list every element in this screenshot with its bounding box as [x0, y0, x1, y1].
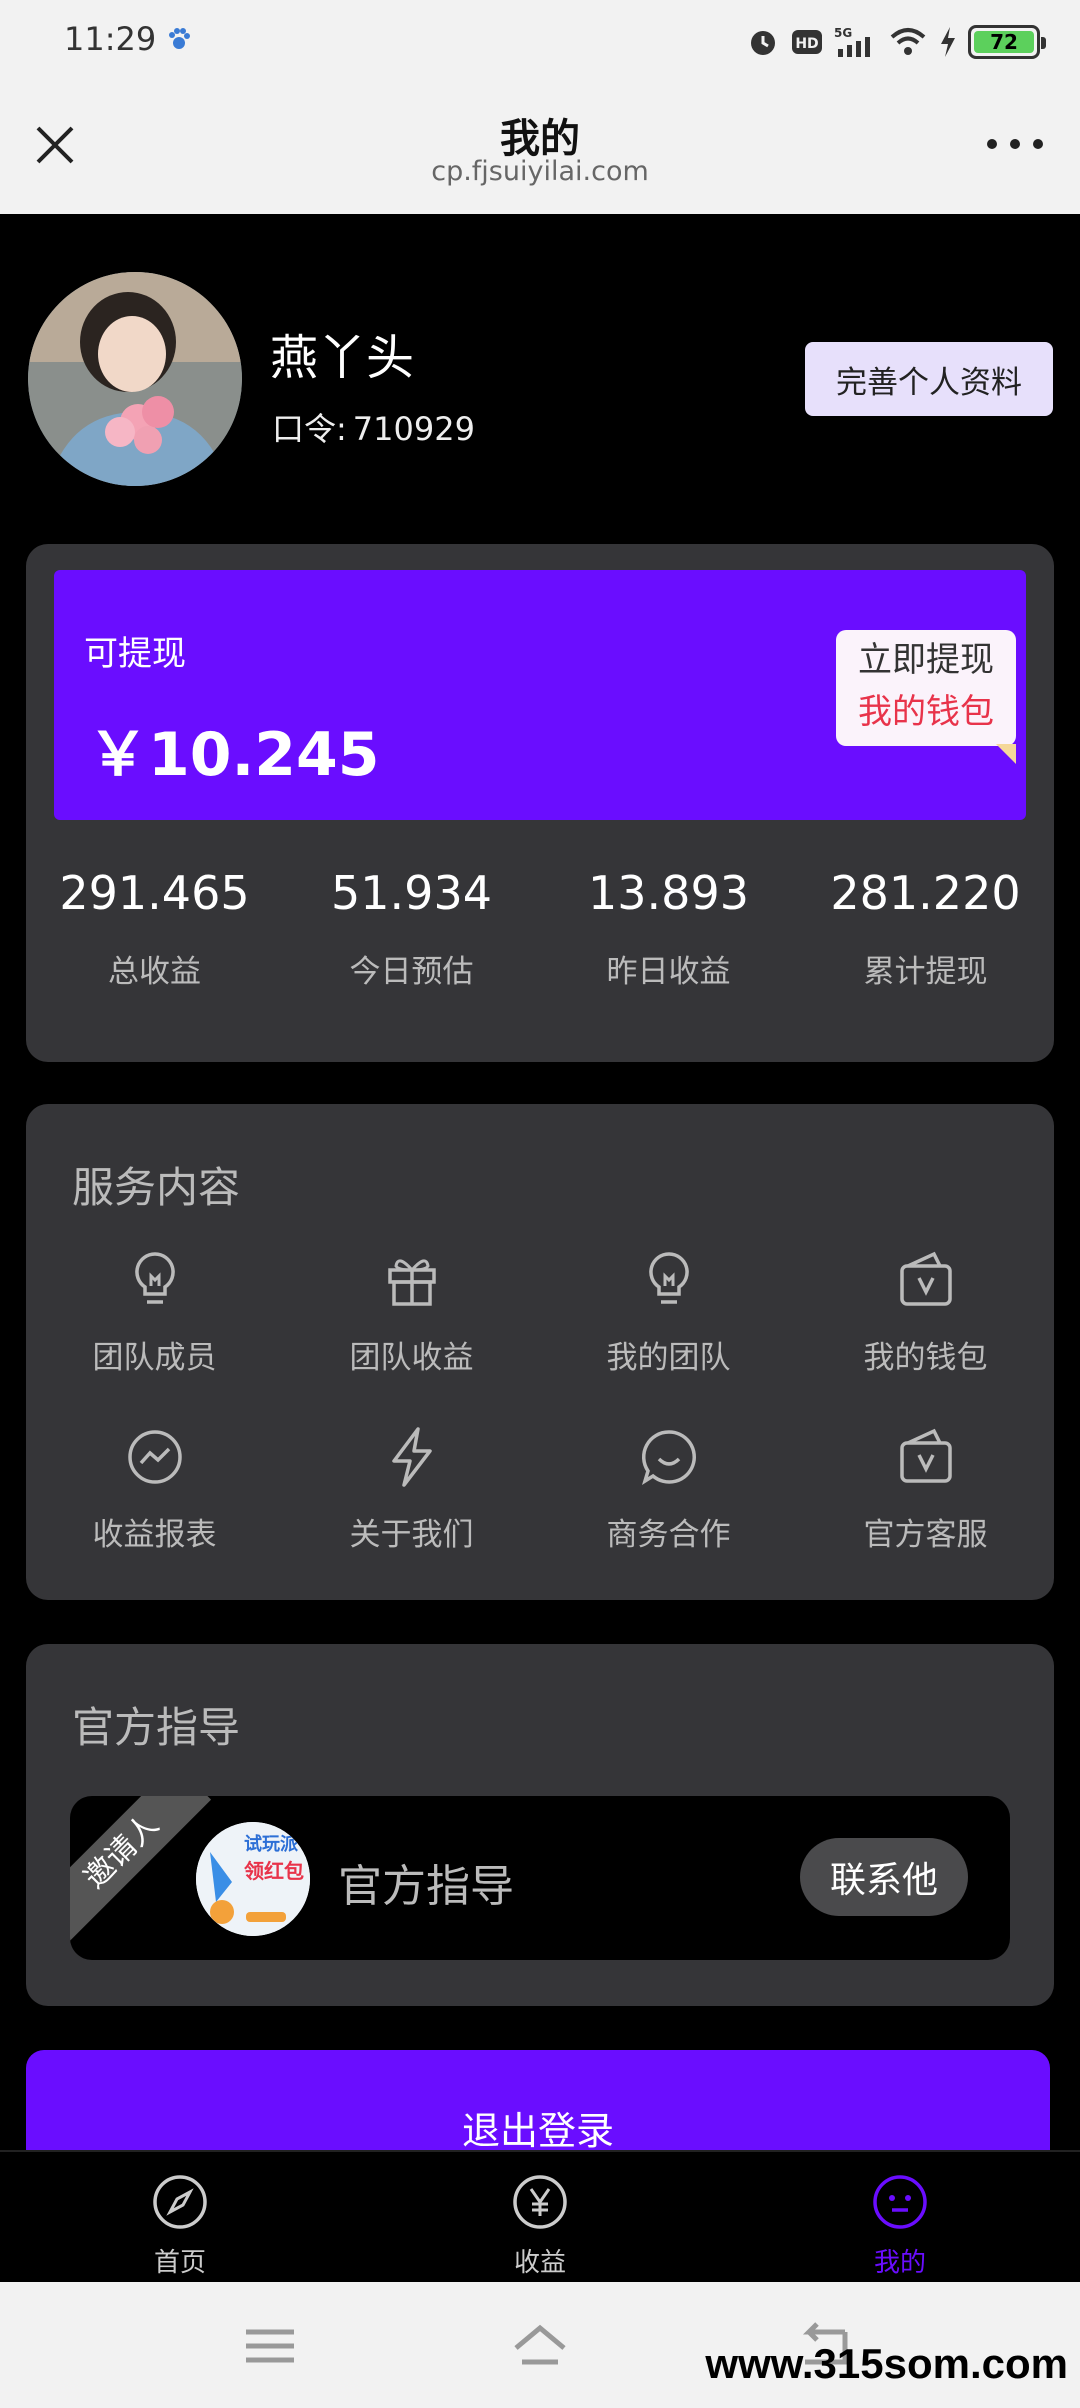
service-label: 团队收益 [349, 1340, 474, 1376]
title-bar: 我的 cp.fjsuiyilai.com [0, 84, 1080, 214]
service-label: 我的钱包 [863, 1340, 988, 1376]
wifi-icon [890, 28, 926, 55]
earnings-card: 可提现 ￥10.245 立即提现 我的钱包 291.465 总收益 51.934… [26, 544, 1054, 1062]
signal-icon: 5G [834, 26, 870, 57]
gift-icon [387, 1259, 436, 1306]
service-label: 团队成员 [92, 1340, 217, 1376]
service-business[interactable]: 商务合作 [540, 1425, 797, 1554]
wallet-icon [899, 1428, 952, 1483]
more-icon[interactable] [980, 124, 1050, 164]
bottom-tab-bar: 首页 收益 我的 [0, 2150, 1080, 2282]
guide-avatar-image: 试玩派 领红包 [196, 1822, 310, 1936]
guide-name: 官方指导 [338, 1861, 514, 1912]
withdraw-label: 立即提现 [858, 640, 994, 680]
stat-caption: 总收益 [108, 954, 201, 990]
invite-code-label: 口令: [272, 410, 347, 448]
lightbulb-icon [648, 1252, 689, 1304]
chart-circle-icon [127, 1430, 182, 1484]
wallet-label: 我的钱包 [858, 692, 994, 732]
service-about-us[interactable]: 关于我们 [283, 1425, 540, 1554]
tab-income[interactable]: 收益 [360, 2152, 720, 2282]
invite-code-value: 710929 [352, 410, 475, 448]
guide-avatar-text-2: 领红包 [244, 1859, 304, 1883]
smiley-icon [873, 2175, 927, 2229]
guide-title: 官方指导 [72, 1703, 241, 1752]
service-label: 官方客服 [863, 1517, 988, 1553]
service-label: 我的团队 [606, 1340, 731, 1376]
menu-icon[interactable] [240, 2318, 300, 2374]
stat-caption: 昨日收益 [606, 954, 731, 990]
guide-avatar-text-1: 试玩派 [244, 1833, 299, 1855]
stat-total-withdrawn: 281.220 累计提现 [797, 866, 1054, 991]
stat-yesterday-income: 13.893 昨日收益 [540, 866, 797, 991]
lightning-icon [391, 1427, 432, 1487]
avatar[interactable] [28, 272, 242, 486]
service-label: 收益报表 [92, 1517, 217, 1553]
avatar-image [28, 272, 242, 486]
status-bar: 11:29 HD 5G 72 [0, 0, 1080, 84]
balance-label: 可提现 [84, 634, 186, 674]
guide-row: 邀请人 试玩派 领红包 官方指导 联系他 [70, 1796, 1010, 1960]
service-my-team[interactable]: 我的团队 [540, 1248, 797, 1377]
stat-caption: 今日预估 [349, 954, 474, 990]
tab-label: 收益 [513, 2248, 566, 2278]
contact-button[interactable]: 联系他 [800, 1838, 968, 1916]
battery-level: 72 [974, 30, 1034, 54]
stat-caption: 累计提现 [863, 954, 988, 990]
home-icon[interactable] [510, 2318, 570, 2374]
service-label: 关于我们 [349, 1517, 474, 1553]
stat-total-income: 291.465 总收益 [26, 866, 283, 991]
status-icons: HD 5G 72 [746, 22, 1046, 62]
stat-value: 13.893 [588, 866, 749, 920]
balance-amount: ￥10.245 [88, 720, 380, 790]
services-card: 服务内容 团队成员 团队收益 我的团队 我的钱包 收益报表 关于我们 商务合作 [26, 1104, 1054, 1600]
stat-today-estimate: 51.934 今日预估 [283, 866, 540, 991]
chat-icon [641, 1430, 696, 1485]
svg-text:HD: HD [795, 36, 818, 52]
balance-panel: 可提现 ￥10.245 立即提现 我的钱包 [54, 570, 1026, 820]
stat-value: 281.220 [830, 866, 1021, 920]
services-grid: 团队成员 团队收益 我的团队 我的钱包 收益报表 关于我们 商务合作 官方客服 [26, 1248, 1054, 1554]
tab-mine[interactable]: 我的 [720, 2152, 1080, 2282]
lightbulb-icon [134, 1252, 175, 1304]
compass-icon [153, 2175, 207, 2229]
service-income-report[interactable]: 收益报表 [26, 1425, 283, 1554]
service-label: 商务合作 [606, 1517, 731, 1553]
wallet-icon [899, 1251, 952, 1306]
guide-avatar: 试玩派 领红包 [196, 1822, 310, 1936]
inviter-ribbon: 邀请人 [70, 1796, 212, 1942]
username: 燕丫头 [270, 330, 415, 386]
watermark: www.315som.com [705, 2340, 1068, 2387]
service-team-members[interactable]: 团队成员 [26, 1248, 283, 1377]
charging-icon [941, 27, 955, 57]
tab-label: 我的 [873, 2248, 926, 2278]
edit-profile-button[interactable]: 完善个人资料 [805, 342, 1053, 416]
service-team-income[interactable]: 团队收益 [283, 1248, 540, 1377]
withdraw-button[interactable]: 立即提现 我的钱包 [836, 630, 1016, 764]
status-time: 11:29 [64, 20, 157, 58]
alarm-icon [751, 31, 775, 55]
service-my-wallet[interactable]: 我的钱包 [797, 1248, 1054, 1377]
invite-code: 口令: 710929 [272, 404, 475, 450]
stat-value: 51.934 [331, 866, 492, 920]
battery-indicator: 72 [968, 25, 1046, 59]
yen-icon [513, 2175, 567, 2229]
services-title: 服务内容 [72, 1163, 241, 1212]
hd-icon: HD [792, 30, 822, 54]
stats-row: 291.465 总收益 51.934 今日预估 13.893 昨日收益 281.… [26, 866, 1054, 991]
page-url: cp.fjsuiyilai.com [431, 156, 649, 187]
tab-label: 首页 [153, 2248, 206, 2278]
guide-card: 官方指导 邀请人 试玩派 领红包 官方指导 联系他 [26, 1644, 1054, 2006]
service-customer-service[interactable]: 官方客服 [797, 1425, 1054, 1554]
tab-home[interactable]: 首页 [0, 2152, 360, 2282]
stat-value: 291.465 [59, 866, 250, 920]
network-type: 5G [834, 26, 852, 40]
baidu-paw-icon [169, 28, 190, 49]
